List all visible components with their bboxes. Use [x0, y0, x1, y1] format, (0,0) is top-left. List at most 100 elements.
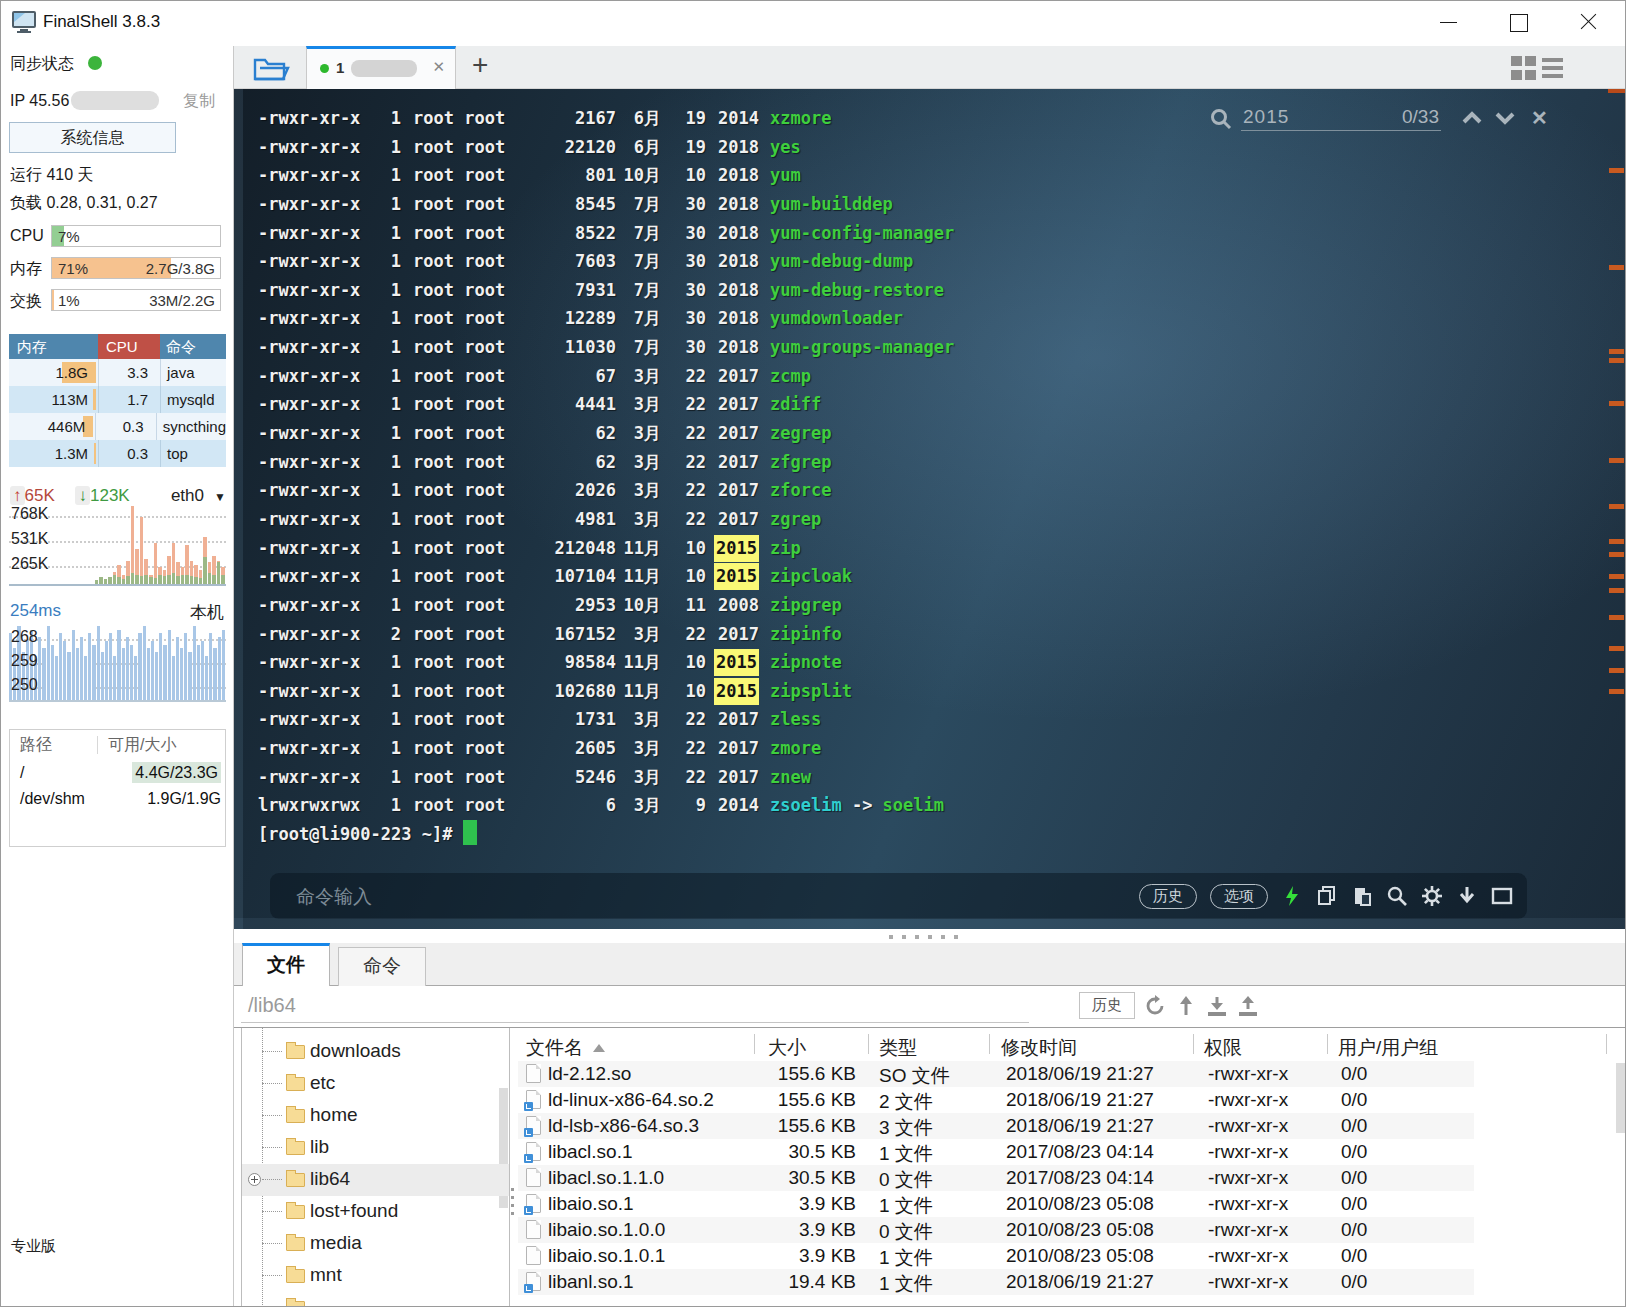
graph-bar	[138, 633, 141, 700]
process-mem: 1.3M	[9, 440, 98, 467]
file-perm: -rwxr-xr-x	[1208, 1219, 1288, 1241]
file-perm: -rwxr-xr-x	[1208, 1167, 1288, 1189]
gear-icon[interactable]	[1421, 885, 1443, 907]
header-2[interactable]: 类型	[879, 1035, 917, 1061]
command-input-bar[interactable]: 命令输入 历史 选项	[270, 873, 1527, 919]
up-dir-icon[interactable]	[1175, 995, 1197, 1017]
terminal-output: -rwxr-xr-x1root root21676月192014xzmore-r…	[258, 104, 954, 848]
graph-bar	[159, 633, 162, 700]
history-button[interactable]: 历史	[1139, 884, 1197, 909]
tree-item-etc[interactable]: etc	[242, 1068, 509, 1100]
tree-item-partial[interactable]	[242, 1292, 509, 1307]
copy-icon[interactable]	[1316, 885, 1338, 907]
tab-files[interactable]: 文件	[242, 943, 330, 986]
axis-label: 768K	[11, 505, 48, 523]
tree-item-home[interactable]: home	[242, 1100, 509, 1132]
upload-file-icon[interactable]	[1237, 995, 1259, 1017]
process-row[interactable]: 113M1.7mysqld	[9, 386, 226, 413]
terminal-line: -rwxr-xr-x1root root9858411月102015zipnot…	[258, 648, 954, 677]
terminal-line: -rwxr-xr-x1root root21204811月102015zip	[258, 534, 954, 563]
lightning-icon[interactable]	[1281, 885, 1303, 907]
chevron-down-icon[interactable]: ▼	[214, 490, 226, 504]
file-row[interactable]: ld-lsb-x86-64.so.3155.6 KB3 文件2018/06/19…	[518, 1113, 1474, 1139]
ping-graph: 268259250	[9, 626, 226, 702]
search-next-icon[interactable]	[1494, 111, 1516, 125]
col-path: 路径	[10, 736, 98, 754]
file-row[interactable]: libacl.so.130.5 KB1 文件2017/08/23 04:14-r…	[518, 1139, 1474, 1165]
interface-select[interactable]: eth0	[171, 486, 204, 506]
search-input[interactable]: 2015 0/33	[1241, 104, 1441, 131]
symlink-badge-icon	[524, 1128, 533, 1137]
process-row[interactable]: 446M0.3syncthing	[9, 413, 226, 440]
new-tab-button[interactable]: +	[472, 49, 488, 81]
graph-bar	[104, 579, 108, 584]
splitter-handle[interactable]	[889, 935, 958, 939]
paste-icon[interactable]	[1351, 885, 1373, 907]
file-row[interactable]: libaio.so.13.9 KB1 文件2010/08/23 05:08-rw…	[518, 1191, 1474, 1217]
search-tool-icon[interactable]	[1386, 885, 1408, 907]
window-icon[interactable]	[1491, 885, 1513, 907]
tree-item-lib[interactable]: lib	[242, 1132, 509, 1164]
pane-splitter[interactable]	[234, 929, 1626, 943]
terminal[interactable]: -rwxr-xr-x1root root21676月192014xzmore-r…	[234, 89, 1626, 929]
refresh-icon[interactable]	[1144, 995, 1166, 1017]
search-prev-icon[interactable]	[1461, 111, 1483, 125]
tab-close-icon[interactable]: ✕	[432, 58, 445, 76]
graph-bar	[55, 656, 58, 700]
graph-bar	[209, 633, 212, 700]
column-divider	[1327, 1034, 1328, 1054]
file-type: 0 文件	[879, 1167, 933, 1193]
system-info-button[interactable]: 系统信息	[9, 122, 176, 153]
file-row[interactable]: libacl.so.1.1.030.5 KB0 文件2017/08/23 04:…	[518, 1165, 1474, 1191]
search-match-marker	[1609, 458, 1624, 463]
disk-row[interactable]: /dev/shm1.9G/1.9G	[10, 786, 225, 812]
content: 1 ✕ + -rwxr-xr-x1root root21676月192014xz…	[234, 46, 1626, 1307]
header-1[interactable]: 大小	[768, 1035, 806, 1061]
expand-icon[interactable]	[248, 1173, 261, 1186]
layout-grid-icon[interactable]	[1511, 56, 1536, 80]
tree-item-lib64[interactable]: lib64	[242, 1164, 509, 1196]
file-row[interactable]: libaio.so.1.0.13.9 KB1 文件2010/08/23 05:0…	[518, 1243, 1474, 1269]
open-folder-icon[interactable]	[252, 53, 290, 83]
file-icon	[526, 1246, 541, 1265]
copy-ip-button[interactable]: 复制	[183, 91, 215, 112]
search-close-icon[interactable]: ✕	[1531, 106, 1548, 130]
file-row[interactable]: ld-2.12.so155.6 KBSO 文件2018/06/19 21:27-…	[518, 1061, 1474, 1087]
file-row[interactable]: libanl.so.119.4 KB1 文件2018/06/19 21:27-r…	[518, 1269, 1474, 1295]
header-0[interactable]: 文件名	[526, 1035, 605, 1061]
download-file-icon[interactable]	[1206, 995, 1228, 1017]
tree-item-media[interactable]: media	[242, 1228, 509, 1260]
tree-item-lost+found[interactable]: lost+found	[242, 1196, 509, 1228]
terminal-tab[interactable]: 1 ✕	[306, 46, 456, 89]
terminal-line: -rwxr-xr-x1root root52463月222017znew	[258, 763, 954, 792]
file-row[interactable]: libaio.so.1.0.03.9 KB0 文件2010/08/23 05:0…	[518, 1217, 1474, 1243]
file-row[interactable]: ld-linux-x86-64.so.2155.6 KB2 文件2018/06/…	[518, 1087, 1474, 1113]
table-scrollbar[interactable]	[1616, 1063, 1626, 1133]
menu-icon[interactable]	[1542, 57, 1563, 79]
file-mtime: 2018/06/19 21:27	[1006, 1271, 1154, 1293]
tree-item-downloads[interactable]: downloads	[242, 1036, 509, 1068]
process-row[interactable]: 1.8G3.3java	[9, 359, 226, 386]
tab-commands[interactable]: 命令	[338, 947, 426, 986]
process-cmd: mysqld	[160, 386, 226, 413]
path-input[interactable]: /lib64	[248, 994, 296, 1017]
path-history-button[interactable]: 历史	[1079, 992, 1135, 1019]
terminal-line: -rwxr-xr-x2root root1671523月222017zipinf…	[258, 620, 954, 649]
close-button[interactable]	[1565, 1, 1611, 41]
maximize-button[interactable]	[1495, 1, 1541, 41]
process-row[interactable]: 1.3M0.3top	[9, 440, 226, 467]
tree-item-mnt[interactable]: mnt	[242, 1260, 509, 1292]
download-arrow-icon[interactable]	[1456, 885, 1478, 907]
header-4[interactable]: 权限	[1204, 1035, 1242, 1061]
graph-bar	[117, 630, 120, 700]
file-perm: -rwxr-xr-x	[1208, 1193, 1288, 1215]
graph-bar	[221, 575, 225, 584]
load-average: 负载 0.28, 0.31, 0.27	[10, 193, 158, 214]
header-5[interactable]: 用户/用户组	[1338, 1035, 1438, 1061]
graph-bar	[176, 637, 179, 700]
panel-splitter-handle[interactable]	[511, 1188, 514, 1220]
disk-row[interactable]: /4.4G/23.3G	[10, 760, 225, 786]
options-button[interactable]: 选项	[1210, 884, 1268, 909]
minimize-button[interactable]	[1425, 1, 1471, 41]
header-3[interactable]: 修改时间	[1001, 1035, 1077, 1061]
